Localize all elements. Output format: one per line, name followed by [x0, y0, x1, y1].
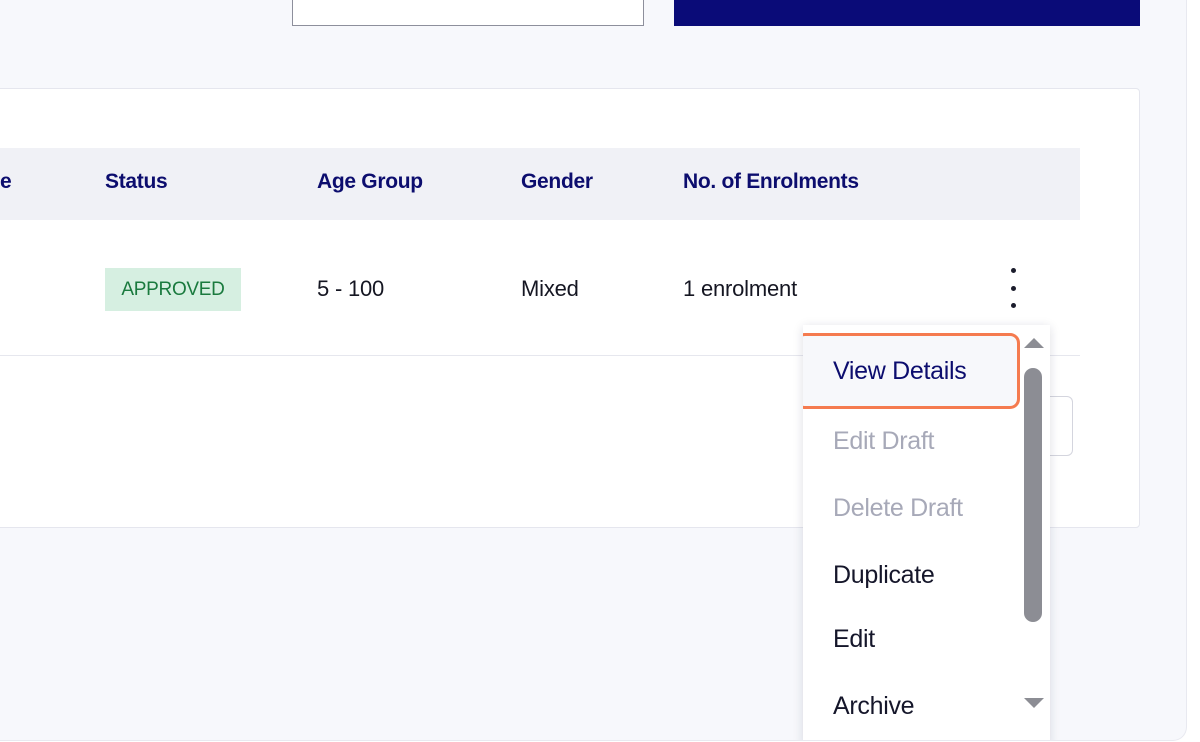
- menu-item-edit-draft: Edit Draft: [833, 426, 935, 455]
- kebab-dot: [1010, 268, 1016, 273]
- kebab-dot: [1010, 303, 1016, 308]
- menu-item-view-details[interactable]: View Details: [803, 333, 1020, 409]
- kebab-vertical-icon[interactable]: [1002, 268, 1024, 308]
- cell-gender: Mixed: [521, 276, 579, 301]
- column-header-enrolments[interactable]: No. of Enrolments: [683, 170, 859, 194]
- menu-item-duplicate[interactable]: Duplicate: [803, 545, 1018, 605]
- cell-age-group: 5 - 100: [317, 276, 385, 301]
- menu-item-archive[interactable]: Archive: [803, 676, 1018, 736]
- triangle-up-icon[interactable]: [1024, 338, 1044, 348]
- triangle-down-icon[interactable]: [1024, 698, 1044, 708]
- search-input-partial[interactable]: [292, 0, 644, 26]
- page-background: e Status Age Group Gender No. of Enrolme…: [0, 0, 1187, 741]
- column-header-gender[interactable]: Gender: [521, 170, 593, 194]
- column-header-status[interactable]: Status: [105, 170, 168, 194]
- primary-action-button-partial[interactable]: [674, 0, 1140, 26]
- row-actions-menu: View Details Edit Draft Delete Draft Dup…: [803, 325, 1050, 740]
- kebab-dot: [1010, 285, 1016, 291]
- column-header-partial: e: [0, 170, 12, 193]
- status-badge: APPROVED: [105, 268, 241, 311]
- cell-enrolments: 1 enrolment: [683, 276, 797, 301]
- column-header-age-group[interactable]: Age Group: [317, 170, 423, 194]
- scrollbar-thumb[interactable]: [1024, 368, 1042, 622]
- menu-item-edit[interactable]: Edit: [803, 609, 1018, 669]
- menu-item-delete-draft: Delete Draft: [833, 493, 963, 522]
